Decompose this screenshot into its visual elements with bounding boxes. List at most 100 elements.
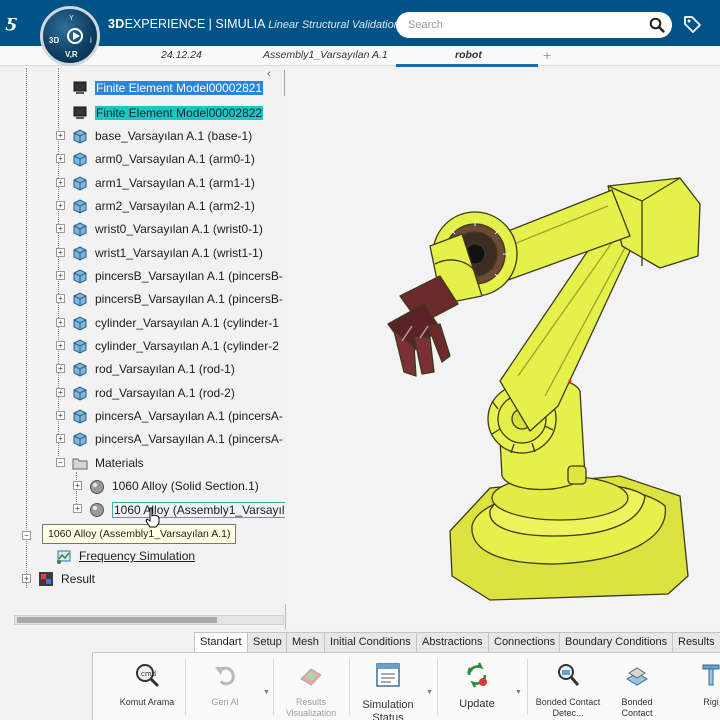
- panel-divider: [284, 70, 285, 96]
- tab-results[interactable]: Results: [672, 632, 720, 652]
- part-icon: [73, 292, 87, 307]
- compass-play-icon[interactable]: [67, 28, 83, 44]
- expand-icon[interactable]: +: [22, 574, 31, 583]
- collapse-icon[interactable]: −: [22, 531, 31, 540]
- svg-text:cmd: cmd: [141, 670, 156, 678]
- folder-icon: [72, 458, 88, 470]
- tab-standart[interactable]: Standart: [194, 632, 248, 652]
- tree-item-label: 1060 Alloy (Assembly1_Varsayıl: [112, 502, 285, 518]
- dropdown-arrow-icon[interactable]: ▼: [515, 689, 522, 696]
- undo-icon: [215, 666, 235, 686]
- compass-widget[interactable]: Y 3D i V,R: [40, 6, 100, 66]
- dropdown-arrow-icon[interactable]: ▼: [426, 689, 433, 696]
- bonded-contact-detection-icon: [558, 664, 580, 686]
- expand-icon[interactable]: +: [56, 201, 65, 210]
- tree-item-label: arm1_Varsayılan A.1 (arm1-1): [95, 176, 255, 190]
- expand-icon[interactable]: +: [56, 131, 65, 140]
- app-name: Linear Structural Validation: [268, 19, 400, 31]
- command-label: Results Visualization: [285, 697, 337, 718]
- bonded-contact-detection-button[interactable]: Bonded Contact Detec...: [535, 659, 601, 719]
- tree-connector: [58, 68, 59, 456]
- tag-icon[interactable]: [682, 14, 702, 34]
- compass-top-label: Y: [69, 15, 74, 22]
- part-icon: [73, 199, 87, 214]
- expand-icon[interactable]: +: [56, 364, 65, 373]
- expand-icon[interactable]: +: [56, 248, 65, 257]
- expand-icon[interactable]: +: [56, 271, 65, 280]
- scrollbar-thumb[interactable]: [17, 617, 217, 623]
- tree-item-label: rod_Varsayılan A.1 (rod-2): [95, 386, 235, 400]
- bonded-contact-button[interactable]: Bonded Contact: [609, 659, 665, 719]
- tab-setup[interactable]: Setup: [247, 632, 288, 652]
- undo-button[interactable]: Geri Al: [197, 659, 253, 719]
- brand-name: EXPERIENCE | SIMULIA: [124, 17, 265, 31]
- expand-icon[interactable]: +: [56, 411, 65, 420]
- tree-item-label: Frequency Simulation: [79, 549, 196, 563]
- tree-item-label: arm0_Varsayılan A.1 (arm0-1): [95, 152, 255, 166]
- bonded-contact-icon: [626, 667, 648, 686]
- results-visualization-button[interactable]: Results Visualization: [279, 659, 343, 719]
- command-label: Rigi: [703, 697, 719, 707]
- tree-horizontal-scrollbar[interactable]: [14, 615, 284, 625]
- separator: [527, 659, 528, 715]
- collapse-icon[interactable]: −: [56, 458, 65, 467]
- tree-connector: [26, 68, 27, 588]
- tab-robot[interactable]: robot: [455, 49, 482, 61]
- top-bar: ƽ 3DEXPERIENCE | SIMULIA Linear Structur…: [0, 0, 720, 46]
- expand-icon[interactable]: +: [56, 318, 65, 327]
- search-icon[interactable]: [649, 17, 665, 33]
- expand-icon[interactable]: +: [56, 341, 65, 350]
- tree-item-label: Result: [61, 572, 96, 586]
- compass-3d-label: 3D: [49, 36, 60, 45]
- add-tab-button[interactable]: +: [543, 47, 551, 63]
- collapse-panel-button[interactable]: ‹: [267, 68, 271, 80]
- update-icon: [467, 662, 487, 688]
- tab-boundary-conditions[interactable]: Boundary Conditions: [559, 632, 674, 652]
- update-button[interactable]: Update: [445, 659, 509, 719]
- expand-icon[interactable]: +: [56, 154, 65, 163]
- tree-item-label: Finite Element Model00002822: [95, 106, 264, 120]
- tab-mesh[interactable]: Mesh: [286, 632, 325, 652]
- tree-item-label: Finite Element Model00002821: [95, 81, 264, 95]
- expand-icon[interactable]: +: [56, 294, 65, 303]
- search-input[interactable]: [408, 17, 638, 33]
- tree-item-label: wrist0_Varsayılan A.1 (wrist0-1): [95, 222, 263, 236]
- dropdown-arrow-icon[interactable]: ▼: [263, 689, 270, 696]
- rigid-connection-button[interactable]: Rigi: [691, 659, 720, 719]
- part-icon: [73, 152, 87, 167]
- robot-model[interactable]: [380, 176, 720, 606]
- tab-connections[interactable]: Connections: [488, 632, 562, 652]
- material-sphere-icon: [90, 480, 104, 494]
- specification-tree[interactable]: Finite Element Model00002821 Finite Elem…: [0, 68, 285, 602]
- compass-vr-label: V,R: [65, 50, 78, 59]
- app-title: 3DEXPERIENCE | SIMULIA Linear Structural…: [108, 17, 400, 31]
- expand-icon[interactable]: +: [56, 178, 65, 187]
- search-box[interactable]: [396, 12, 672, 38]
- expand-icon[interactable]: +: [56, 224, 65, 233]
- ds-logo[interactable]: ƽ: [6, 12, 16, 32]
- tab-initial-conditions[interactable]: Initial Conditions: [324, 632, 417, 652]
- expand-icon[interactable]: +: [73, 481, 82, 490]
- part-icon: [73, 316, 87, 331]
- brand-prefix: 3D: [108, 17, 125, 31]
- tree-item-label: pincersA_Varsayılan A.1 (pincersA-: [95, 432, 283, 446]
- command-search-button[interactable]: cmd Komut Arama: [119, 659, 175, 719]
- part-icon: [73, 176, 87, 191]
- panel-divider: [285, 604, 286, 630]
- expand-icon[interactable]: +: [56, 388, 65, 397]
- simulation-status-button[interactable]: Simulation Status: [355, 659, 421, 720]
- tree-item-label: cylinder_Varsayılan A.1 (cylinder-2: [95, 339, 279, 353]
- tab-date[interactable]: 24.12.24: [161, 49, 202, 61]
- fem-monitor-icon: [73, 106, 87, 119]
- tab-abstractions[interactable]: Abstractions: [416, 632, 489, 652]
- expand-icon[interactable]: +: [73, 504, 82, 513]
- tree-item-label: pincersB_Varsayılan A.1 (pincersB-: [95, 292, 283, 306]
- tab-assembly[interactable]: Assembly1_Varsayılan A.1: [263, 49, 388, 61]
- separator: [185, 659, 186, 715]
- expand-icon[interactable]: +: [56, 434, 65, 443]
- tree-item-label: 1060 Alloy (Solid Section.1): [112, 479, 259, 493]
- command-label: Simulation Status: [362, 699, 414, 720]
- separator: [273, 659, 274, 715]
- tree-item-label: wrist1_Varsayılan A.1 (wrist1-1): [95, 246, 263, 260]
- result-icon: [39, 572, 53, 586]
